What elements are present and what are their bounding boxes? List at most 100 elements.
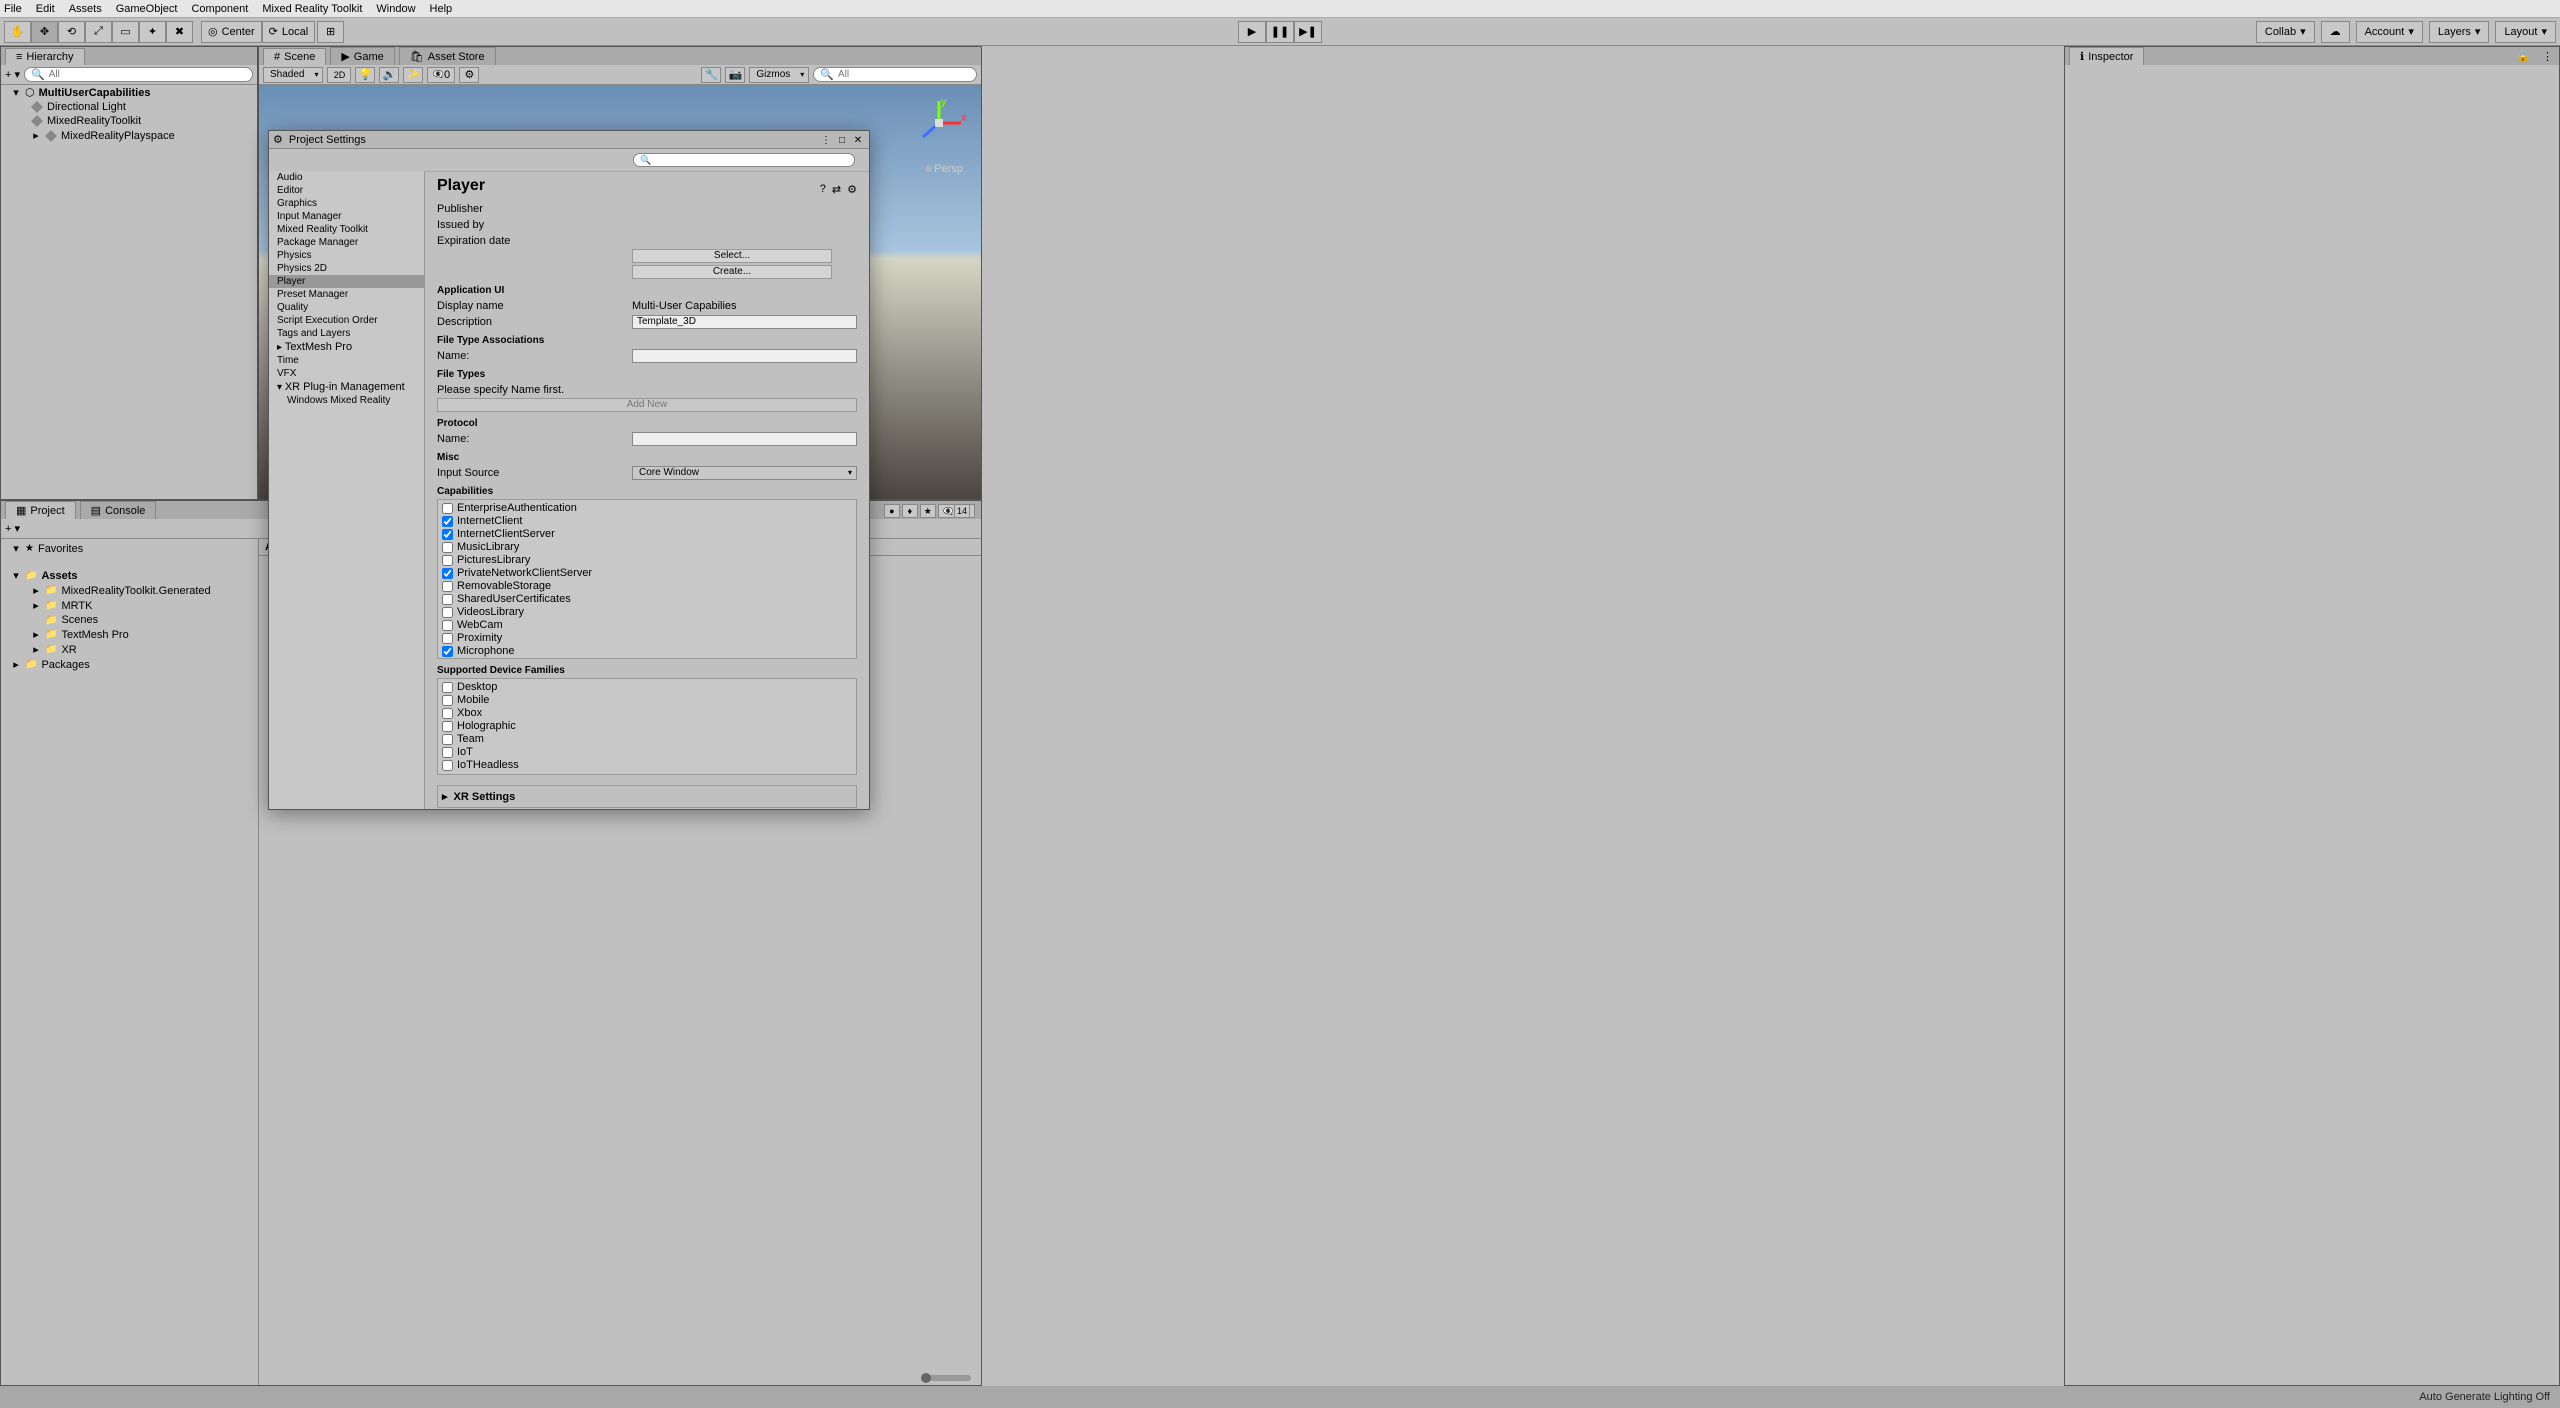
device-IoTHeadless[interactable]: IoTHeadless	[442, 759, 852, 772]
cat-input-manager[interactable]: Input Manager	[269, 210, 424, 223]
capability-checkbox[interactable]	[442, 581, 453, 592]
device-checkbox[interactable]	[442, 695, 453, 706]
menu-edit[interactable]: Edit	[36, 3, 55, 15]
window-menu-icon[interactable]: ⋮	[819, 133, 833, 147]
cat-graphics[interactable]: Graphics	[269, 197, 424, 210]
device-Xbox[interactable]: Xbox	[442, 707, 852, 720]
device-checkbox[interactable]	[442, 747, 453, 758]
cat-quality[interactable]: Quality	[269, 301, 424, 314]
capability-PicturesLibrary[interactable]: PicturesLibrary	[442, 554, 852, 567]
step-button[interactable]: ▶❚	[1294, 21, 1322, 43]
folder-item[interactable]: ▸📁 MRTK	[1, 598, 258, 613]
lighting-toggle[interactable]: 💡	[355, 67, 375, 83]
device-Holographic[interactable]: Holographic	[442, 720, 852, 733]
capability-MusicLibrary[interactable]: MusicLibrary	[442, 541, 852, 554]
search-by-label-icon[interactable]: ♦	[902, 504, 918, 518]
handle-rotation-toggle[interactable]: ⟳ Local	[262, 21, 316, 43]
folder-item[interactable]: 📁 Scenes	[1, 613, 258, 627]
menu-gameobject[interactable]: GameObject	[116, 3, 178, 15]
input-source-dropdown[interactable]: Core Window	[632, 466, 857, 480]
hand-tool[interactable]: ✋	[4, 21, 31, 43]
device-checkbox[interactable]	[442, 682, 453, 693]
cat-mrtk[interactable]: Mixed Reality Toolkit	[269, 223, 424, 236]
menu-help[interactable]: Help	[430, 3, 453, 15]
hierarchy-search-input[interactable]	[49, 69, 246, 80]
capability-PrivateNetworkClientServer[interactable]: PrivateNetworkClientServer	[442, 567, 852, 580]
xr-settings-foldout[interactable]: ▸ XR Settings	[437, 785, 857, 808]
scene-camera-icon[interactable]: 📷	[725, 67, 745, 83]
folder-item[interactable]: ▸📁 XR	[1, 642, 258, 657]
cat-package-manager[interactable]: Package Manager	[269, 236, 424, 249]
auto-lighting-status[interactable]: Auto Generate Lighting Off	[2419, 1391, 2550, 1403]
game-tab[interactable]: ▶ Game	[330, 47, 394, 65]
scene-tools-icon[interactable]: 🔧	[701, 67, 721, 83]
project-icon-size-slider[interactable]	[921, 1375, 971, 1381]
menu-mrtk[interactable]: Mixed Reality Toolkit	[262, 3, 362, 15]
favorites-icon[interactable]: ★	[920, 504, 936, 518]
console-tab[interactable]: ▤ Console	[80, 501, 157, 519]
account-dropdown[interactable]: Account ▾	[2356, 21, 2423, 43]
cat-vfx[interactable]: VFX	[269, 367, 424, 380]
orientation-gizmo[interactable]: y x	[911, 95, 967, 151]
cat-preset-manager[interactable]: Preset Manager	[269, 288, 424, 301]
scene-search-input[interactable]	[838, 69, 970, 80]
projection-label[interactable]: ≡ Persp	[926, 163, 963, 175]
settings-gear-icon[interactable]: ⚙	[847, 183, 857, 196]
camera-settings[interactable]: ⚙	[459, 67, 479, 83]
gizmos-dropdown[interactable]: Gizmos	[749, 67, 809, 83]
settings-search[interactable]: 🔍	[633, 153, 855, 167]
cat-time[interactable]: Time	[269, 354, 424, 367]
cat-tags-layers[interactable]: Tags and Layers	[269, 327, 424, 340]
device-IoT[interactable]: IoT	[442, 746, 852, 759]
shading-mode-dropdown[interactable]: Shaded	[263, 67, 323, 83]
capability-VideosLibrary[interactable]: VideosLibrary	[442, 606, 852, 619]
folder-item[interactable]: ▸📁 MixedRealityToolkit.Generated	[1, 583, 258, 598]
settings-search-input[interactable]	[651, 155, 848, 166]
hidden-count[interactable]: 👁‍🗨14	[938, 504, 975, 518]
help-icon[interactable]: ?	[820, 183, 826, 195]
cat-editor[interactable]: Editor	[269, 184, 424, 197]
menu-file[interactable]: File	[4, 3, 22, 15]
cloud-button[interactable]: ☁	[2321, 21, 2350, 43]
audio-toggle[interactable]: 🔊	[379, 67, 399, 83]
select-cert-button[interactable]: Select...	[632, 249, 832, 263]
capability-Microphone[interactable]: Microphone	[442, 645, 852, 658]
cat-physics[interactable]: Physics	[269, 249, 424, 262]
cat-textmesh-pro[interactable]: ▸ TextMesh Pro	[269, 340, 424, 354]
inspector-tab[interactable]: ℹ Inspector	[2069, 47, 2144, 65]
custom-tool[interactable]: ✖	[166, 21, 193, 43]
capability-checkbox[interactable]	[442, 529, 453, 540]
inspector-lock-icon[interactable]: 🔒	[2510, 48, 2536, 65]
project-tab[interactable]: ▦ Project	[5, 501, 76, 519]
asset-store-tab[interactable]: 🛍 Asset Store	[399, 47, 496, 65]
device-Desktop[interactable]: Desktop	[442, 681, 852, 694]
capability-checkbox[interactable]	[442, 542, 453, 553]
transform-tool[interactable]: ✦	[139, 21, 166, 43]
pivot-toggle[interactable]: ◎ Center	[201, 21, 262, 43]
pause-button[interactable]: ❚❚	[1266, 21, 1294, 43]
search-by-type-icon[interactable]: ●	[884, 504, 900, 518]
scene-tab[interactable]: # Scene	[263, 48, 326, 65]
cat-audio[interactable]: Audio	[269, 171, 424, 184]
capability-checkbox[interactable]	[442, 568, 453, 579]
move-tool[interactable]: ✥	[31, 21, 58, 43]
capability-Proximity[interactable]: Proximity	[442, 632, 852, 645]
capability-WebCam[interactable]: WebCam	[442, 619, 852, 632]
inspector-menu-icon[interactable]: ⋮	[2536, 48, 2559, 65]
2d-toggle[interactable]: 2D	[327, 67, 351, 83]
hidden-objects-toggle[interactable]: 👁‍🗨0	[427, 67, 455, 83]
create-dropdown[interactable]: + ▾	[5, 68, 20, 81]
capability-checkbox[interactable]	[442, 620, 453, 631]
collab-dropdown[interactable]: Collab ▾	[2256, 21, 2315, 43]
packages-folder[interactable]: ▸📁 Packages	[1, 657, 258, 672]
play-button[interactable]: ▶	[1238, 21, 1266, 43]
hierarchy-item[interactable]: Directional Light	[1, 100, 257, 114]
device-checkbox[interactable]	[442, 721, 453, 732]
cat-xr-plugin[interactable]: ▾ XR Plug-in Management	[269, 380, 424, 394]
hierarchy-search[interactable]: 🔍	[24, 67, 253, 82]
capability-InternetClient[interactable]: InternetClient	[442, 515, 852, 528]
capabilities-list[interactable]: EnterpriseAuthenticationInternetClientIn…	[437, 499, 857, 659]
cat-wmr[interactable]: Windows Mixed Reality	[269, 394, 424, 407]
capability-checkbox[interactable]	[442, 555, 453, 566]
capability-checkbox[interactable]	[442, 633, 453, 644]
